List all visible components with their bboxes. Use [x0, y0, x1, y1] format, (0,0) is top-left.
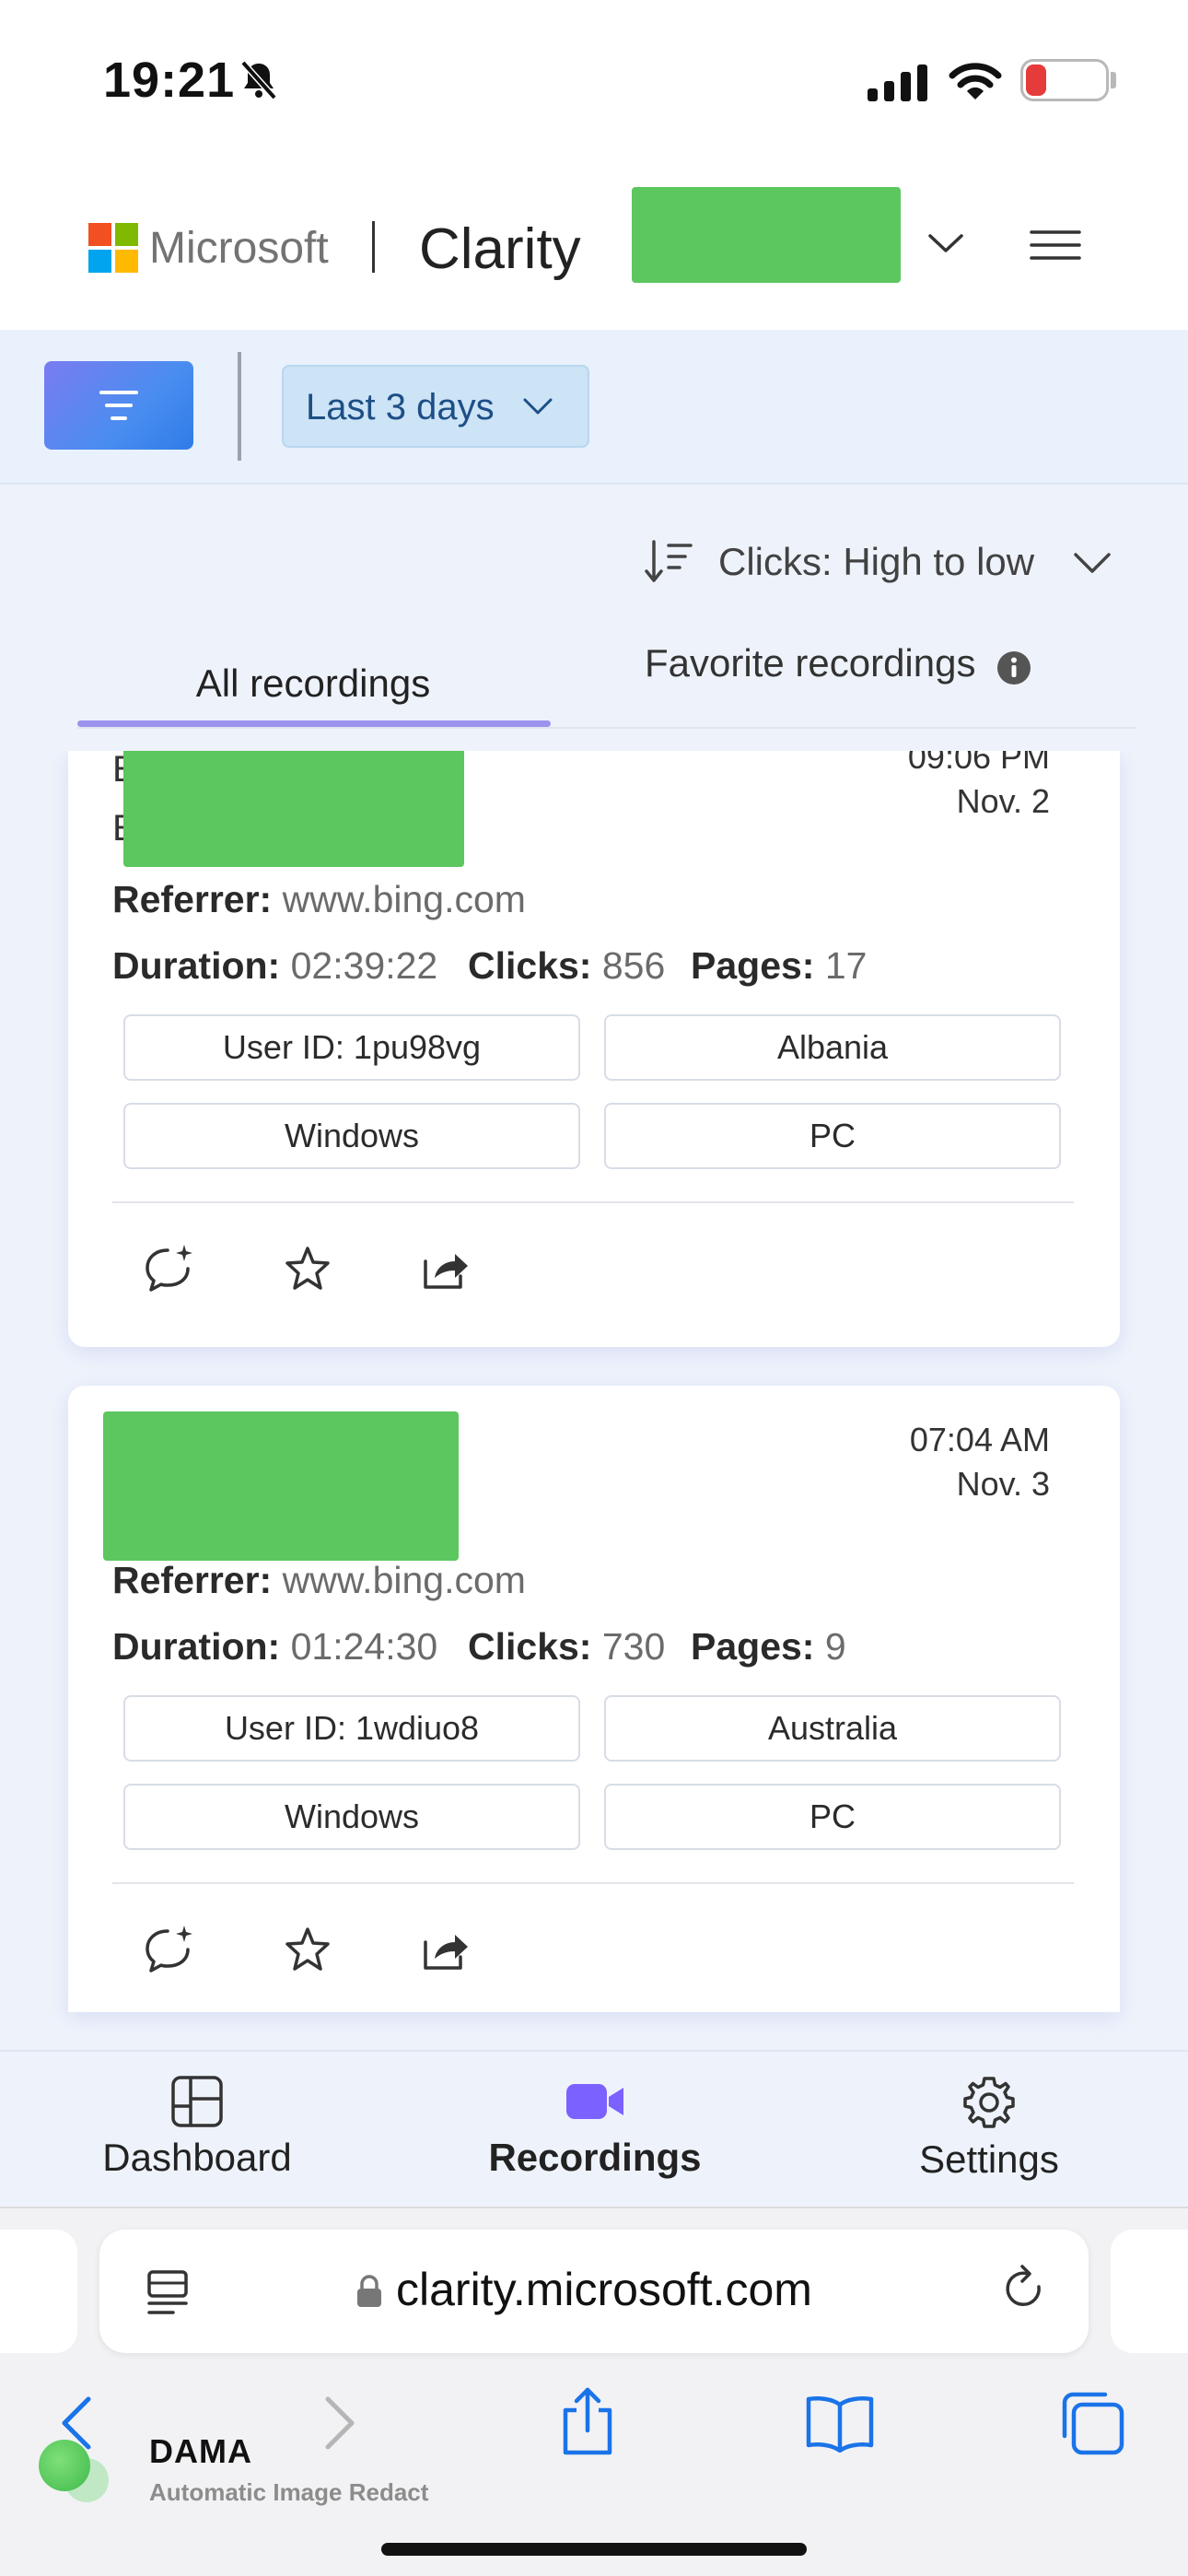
home-indicator[interactable] [381, 2543, 807, 2556]
pages-value: 17 [824, 944, 868, 987]
card-divider [112, 1882, 1074, 1884]
signal-icon [868, 64, 927, 101]
share-icon[interactable] [418, 1922, 473, 1977]
forward-icon[interactable] [319, 2394, 359, 2455]
clicks-stat: Clicks: 856 [468, 944, 666, 987]
gear-icon [963, 2077, 1015, 2128]
redacted-region [103, 1411, 459, 1561]
duration-value: 02:39:22 [290, 944, 438, 987]
overlay-subtitle: Automatic Image Redact [149, 2478, 429, 2506]
date-range-dropdown[interactable]: Last 3 days [282, 365, 589, 448]
chevron-down-icon[interactable] [1072, 549, 1112, 577]
referrer-row: Referrer: www.bing.com [112, 878, 526, 920]
referrer-value: www.bing.com [282, 878, 526, 920]
referrer-row: Referrer: www.bing.com [112, 1559, 526, 1601]
battery-icon: 12 [1020, 59, 1109, 101]
hamburger-menu-icon[interactable] [1030, 227, 1081, 263]
reload-icon[interactable] [1002, 2265, 1048, 2316]
country-chip[interactable]: Australia [604, 1695, 1061, 1762]
recording-card[interactable]: 07:04 AM Nov. 3 Referrer: www.bing.com D… [68, 1386, 1120, 2012]
pages-stat: Pages: 17 [691, 944, 868, 987]
card-divider [112, 1201, 1074, 1203]
nav-settings-label: Settings [919, 2137, 1059, 2181]
video-camera-icon [566, 2084, 623, 2119]
overlay-title: DAMA [149, 2432, 252, 2470]
battery-level: 12 [1054, 64, 1089, 100]
date-range-label: Last 3 days [306, 387, 495, 427]
nav-dashboard[interactable]: Dashboard [50, 2075, 344, 2180]
duration-stat: Duration: 02:39:22 [112, 944, 438, 987]
duration-value: 01:24:30 [290, 1625, 438, 1668]
recording-time: 09:06 PM [907, 751, 1050, 776]
pages-stat: Pages: 9 [691, 1625, 846, 1668]
star-icon[interactable] [280, 1922, 335, 1977]
recording-card[interactable]: E E 09:06 PM Nov. 2 Referrer: www.bing.c… [68, 751, 1120, 1347]
os-chip[interactable]: Windows [123, 1103, 580, 1169]
recording-date: Nov. 3 [956, 1465, 1050, 1503]
filter-button[interactable] [44, 361, 193, 450]
dama-logo [39, 2440, 90, 2491]
tabs-divider [77, 727, 1136, 729]
referrer-value: www.bing.com [282, 1559, 526, 1601]
chevron-down-icon [523, 398, 553, 415]
filter-divider [238, 352, 241, 461]
brand-name: Microsoft [149, 224, 329, 273]
page-menu-icon[interactable] [146, 2268, 190, 2316]
nav-dashboard-label: Dashboard [102, 2136, 292, 2179]
lock-icon [357, 2275, 381, 2307]
share-icon[interactable] [418, 1241, 473, 1296]
wifi-icon [949, 63, 1002, 100]
dashboard-icon [171, 2076, 223, 2127]
filter-icon [99, 391, 138, 420]
clicks-value: 856 [601, 944, 666, 987]
user-id-chip[interactable]: User ID: 1wdiuo8 [123, 1695, 580, 1762]
info-icon[interactable] [996, 650, 1031, 685]
bell-slash-icon [240, 60, 277, 100]
pages-value: 9 [824, 1625, 846, 1668]
sort-icon[interactable] [643, 538, 694, 584]
active-tab-underline [77, 720, 551, 727]
product-name: Clarity [419, 217, 581, 281]
next-tab-preview[interactable] [1111, 2230, 1188, 2353]
status-time: 19:21 [103, 53, 236, 108]
url-text[interactable]: clarity.microsoft.com [396, 2263, 812, 2316]
clicks-value: 730 [601, 1625, 666, 1668]
share-icon[interactable] [558, 2386, 617, 2459]
previous-tab-preview[interactable] [0, 2230, 77, 2353]
country-chip[interactable]: Albania [604, 1014, 1061, 1081]
device-chip[interactable]: PC [604, 1103, 1061, 1169]
header-divider [372, 221, 375, 273]
ai-summary-icon[interactable] [142, 1922, 197, 1977]
nav-recordings[interactable]: Recordings [448, 2075, 742, 2180]
tabs-icon[interactable] [1059, 2390, 1125, 2459]
sort-label[interactable]: Clicks: High to low [718, 540, 1034, 584]
microsoft-logo [88, 223, 138, 273]
recording-date: Nov. 2 [956, 782, 1050, 820]
star-icon[interactable] [280, 1241, 335, 1296]
redacted-region [123, 751, 464, 867]
duration-stat: Duration: 01:24:30 [112, 1625, 438, 1668]
clicks-stat: Clicks: 730 [468, 1625, 666, 1668]
recording-time: 07:04 AM [909, 1421, 1050, 1458]
ai-summary-icon[interactable] [142, 1241, 197, 1296]
device-chip[interactable]: PC [604, 1784, 1061, 1850]
project-selector-redacted[interactable] [632, 187, 901, 283]
nav-recordings-label: Recordings [488, 2136, 702, 2179]
tab-favorite-recordings[interactable]: Favorite recordings [645, 641, 975, 685]
tab-all-recordings[interactable]: All recordings [77, 641, 549, 726]
user-id-chip[interactable]: User ID: 1pu98vg [123, 1014, 580, 1081]
bookmarks-icon[interactable] [805, 2394, 875, 2455]
nav-settings[interactable]: Settings [842, 2075, 1136, 2182]
recordings-list[interactable]: E E 09:06 PM Nov. 2 Referrer: www.bing.c… [0, 751, 1188, 2050]
os-chip[interactable]: Windows [123, 1784, 580, 1850]
chevron-down-icon[interactable] [926, 228, 965, 256]
